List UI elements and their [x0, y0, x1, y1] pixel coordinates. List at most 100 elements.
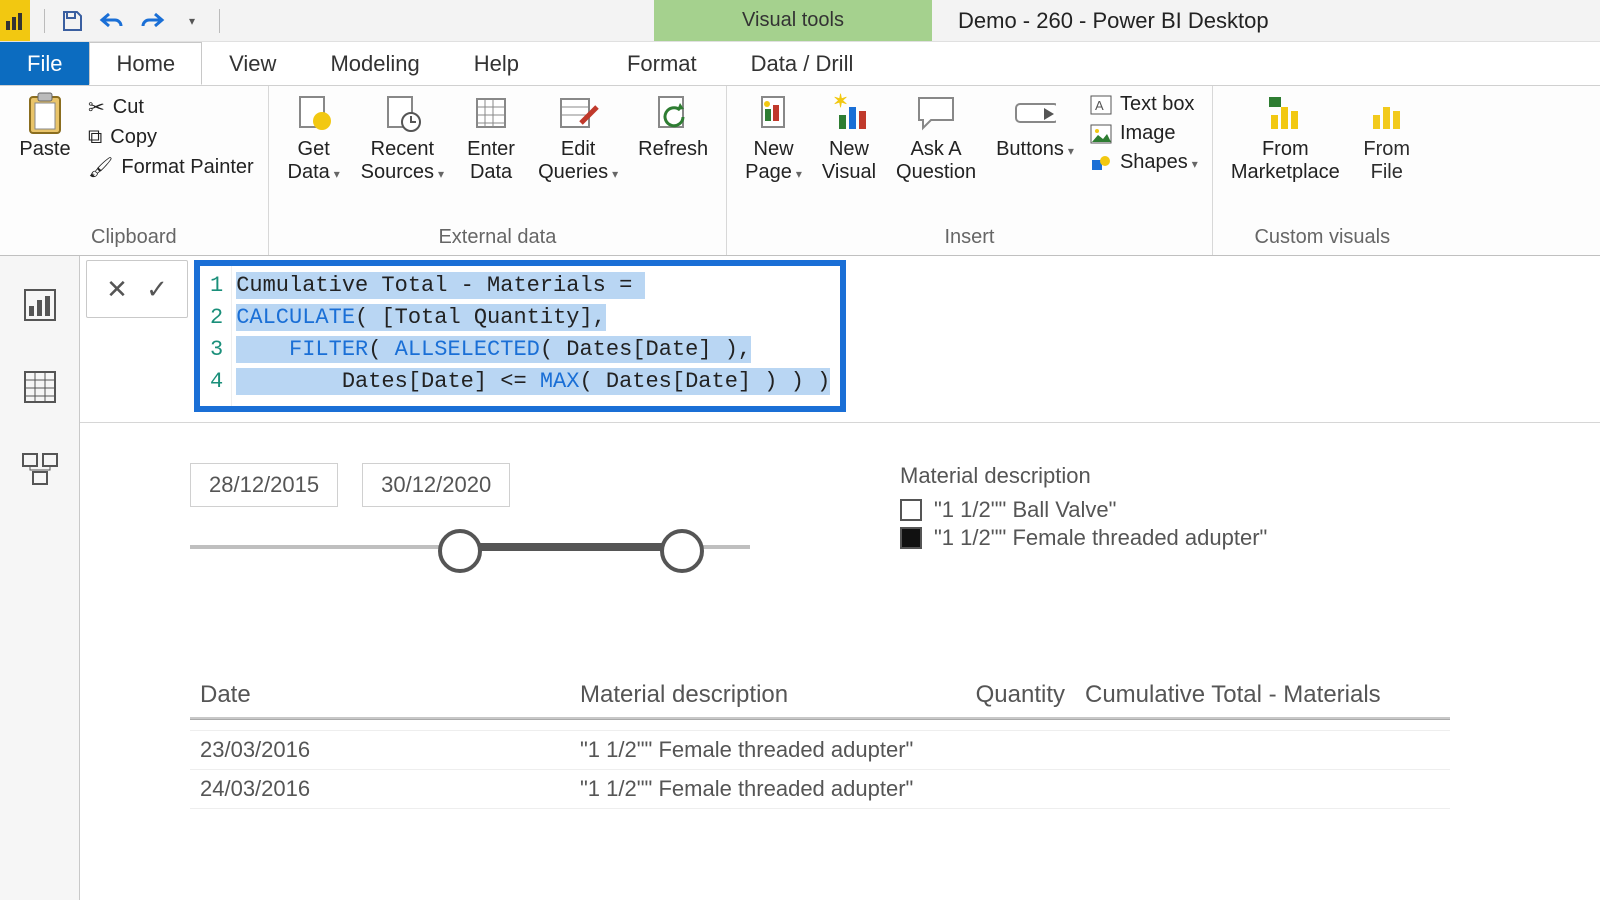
group-label-insert: Insert: [737, 224, 1202, 253]
edit-queries-button[interactable]: Edit Queries: [530, 90, 626, 186]
enter-data-icon: [470, 92, 512, 134]
undo-icon[interactable]: [99, 8, 125, 34]
group-label-external: External data: [279, 224, 717, 253]
new-visual-button[interactable]: ✶ New Visual: [814, 90, 884, 186]
formula-bar: ✕ ✓ 1 2 3 4 Cumulative Total - Materials…: [80, 256, 1600, 423]
shapes-button[interactable]: Shapes: [1086, 150, 1202, 175]
app-icon: [0, 0, 30, 41]
slider-handle-end[interactable]: [660, 529, 704, 573]
copy-icon: ⧉: [88, 126, 102, 149]
qat-customize-icon[interactable]: ▾: [179, 8, 205, 34]
tab-file[interactable]: File: [0, 42, 89, 85]
editor-gutter: 1 2 3 4: [200, 266, 232, 406]
edit-queries-label: Edit Queries: [538, 138, 618, 184]
get-data-button[interactable]: Get Data: [279, 90, 349, 186]
ask-question-button[interactable]: Ask A Question: [888, 90, 984, 186]
slicer-end-date[interactable]: 30/12/2020: [362, 463, 510, 507]
slider-handle-start[interactable]: [438, 529, 482, 573]
refresh-icon: [652, 92, 694, 134]
date-range-slider[interactable]: [190, 523, 750, 573]
brush-icon: 🖌: [88, 155, 113, 180]
text-box-button[interactable]: A Text box: [1086, 92, 1202, 117]
shapes-icon: [1090, 153, 1112, 173]
enter-data-button[interactable]: Enter Data: [456, 90, 526, 186]
paste-button[interactable]: Paste: [10, 90, 80, 163]
svg-text:A: A: [1095, 98, 1104, 113]
copy-button[interactable]: ⧉ Copy: [84, 125, 258, 150]
cancel-formula-icon[interactable]: ✕: [97, 269, 137, 309]
quick-access-toolbar: ▾: [30, 0, 234, 41]
report-canvas: ✕ ✓ 1 2 3 4 Cumulative Total - Materials…: [80, 256, 1600, 900]
title-bar: ▾ Visual tools Demo - 260 - Power BI Des…: [0, 0, 1600, 42]
slicer-option-1[interactable]: "1 1/2"" Female threaded adupter": [900, 525, 1267, 551]
paste-label: Paste: [19, 138, 70, 161]
recent-sources-button[interactable]: Recent Sources: [353, 90, 452, 186]
group-clipboard: Paste ✂ Cut ⧉ Copy 🖌 Format Painter Clip…: [0, 86, 269, 255]
data-view-icon[interactable]: [17, 364, 63, 410]
group-external-data: Get Data Recent Sources Enter Data Edit …: [269, 86, 728, 255]
format-painter-label: Format Painter: [121, 156, 253, 179]
table-row[interactable]: 22/03/2016 "1 1/2"" Female threaded adup…: [190, 719, 1450, 731]
edit-queries-icon: [557, 92, 599, 134]
cut-button[interactable]: ✂ Cut: [84, 94, 258, 121]
cut-label: Cut: [113, 96, 144, 119]
col-material[interactable]: Material description: [570, 673, 965, 717]
dax-editor[interactable]: 1 2 3 4 Cumulative Total - Materials = C…: [194, 260, 846, 412]
new-visual-icon: ✶: [828, 92, 870, 134]
editor-code[interactable]: Cumulative Total - Materials = CALCULATE…: [232, 266, 840, 406]
image-button[interactable]: Image: [1086, 121, 1202, 146]
model-view-icon[interactable]: [17, 446, 63, 492]
col-date[interactable]: Date: [190, 673, 570, 717]
window-title: Demo - 260 - Power BI Desktop: [932, 0, 1295, 41]
group-insert: New Page ✶ New Visual Ask A Question But…: [727, 86, 1213, 255]
commit-formula-icon[interactable]: ✓: [137, 269, 177, 309]
buttons-icon: [1014, 92, 1056, 134]
tab-home[interactable]: Home: [89, 42, 202, 85]
group-custom-visuals: From Marketplace From File Custom visual…: [1213, 86, 1432, 255]
text-box-label: Text box: [1120, 93, 1194, 116]
ribbon-tabs: File Home View Modeling Help Format Data…: [0, 42, 1600, 86]
from-file-label: From File: [1363, 138, 1410, 184]
marketplace-icon: [1264, 92, 1306, 134]
tab-view[interactable]: View: [202, 42, 303, 85]
svg-text:✶: ✶: [833, 93, 848, 111]
new-visual-label: New Visual: [822, 138, 876, 184]
slicer-option-0[interactable]: "1 1/2"" Ball Valve": [900, 497, 1267, 523]
tab-help[interactable]: Help: [447, 42, 546, 85]
redo-icon[interactable]: [139, 8, 165, 34]
ask-question-label: Ask A Question: [896, 138, 976, 184]
tab-data-drill[interactable]: Data / Drill: [724, 42, 881, 85]
tab-modeling[interactable]: Modeling: [303, 42, 446, 85]
slicer-start-date[interactable]: 28/12/2015: [190, 463, 338, 507]
clipboard-icon: [24, 92, 66, 134]
tab-format[interactable]: Format: [600, 42, 724, 85]
report-view-icon[interactable]: [17, 282, 63, 328]
from-file-icon: [1366, 92, 1408, 134]
table-row[interactable]: 24/03/2016 "1 1/2"" Female threaded adup…: [190, 770, 1450, 809]
get-data-icon: [293, 92, 335, 134]
buttons-button[interactable]: Buttons: [988, 90, 1082, 163]
slicer-option-0-label: "1 1/2"" Ball Valve": [934, 497, 1116, 523]
col-quantity[interactable]: Quantity: [965, 673, 1075, 717]
data-table[interactable]: Date Material description Quantity Cumul…: [190, 673, 1450, 809]
text-box-icon: A: [1090, 95, 1112, 115]
slicer-option-1-label: "1 1/2"" Female threaded adupter": [934, 525, 1267, 551]
refresh-label: Refresh: [638, 138, 708, 161]
buttons-label: Buttons: [996, 138, 1074, 161]
checkbox-checked-icon: [900, 527, 922, 549]
ribbon: Paste ✂ Cut ⧉ Copy 🖌 Format Painter Clip…: [0, 86, 1600, 256]
recent-sources-label: Recent Sources: [361, 138, 444, 184]
format-painter-button[interactable]: 🖌 Format Painter: [84, 154, 258, 181]
from-marketplace-label: From Marketplace: [1231, 138, 1340, 184]
from-marketplace-button[interactable]: From Marketplace: [1223, 90, 1348, 186]
material-slicer: Material description "1 1/2"" Ball Valve…: [900, 463, 1267, 553]
date-slicer[interactable]: 28/12/2015 30/12/2020: [190, 463, 1570, 507]
table-row[interactable]: 23/03/2016 "1 1/2"" Female threaded adup…: [190, 731, 1450, 770]
from-file-button[interactable]: From File: [1352, 90, 1422, 186]
col-cumulative[interactable]: Cumulative Total - Materials: [1075, 673, 1415, 717]
new-page-button[interactable]: New Page: [737, 90, 810, 186]
save-icon[interactable]: [59, 8, 85, 34]
checkbox-icon: [900, 499, 922, 521]
refresh-button[interactable]: Refresh: [630, 90, 716, 163]
recent-sources-icon: [381, 92, 423, 134]
